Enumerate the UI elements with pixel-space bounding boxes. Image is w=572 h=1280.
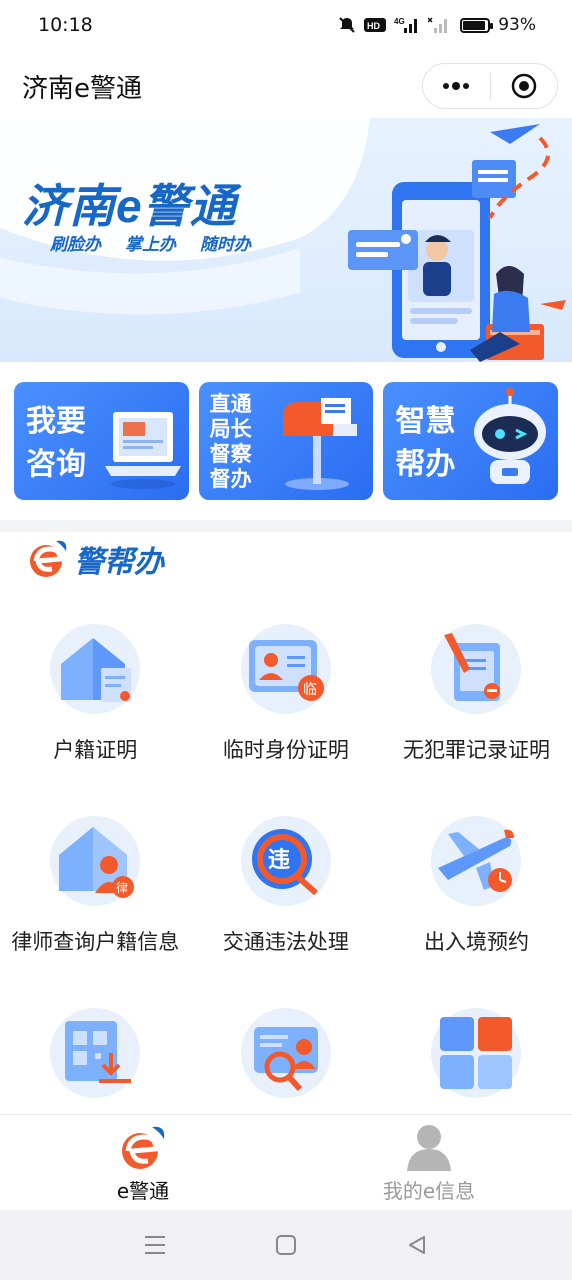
banner-slogans: 刷脸办 掌上办 随时办: [50, 230, 251, 255]
home-button[interactable]: [266, 1225, 306, 1265]
service-temp-id[interactable]: 临 临时身份证明: [191, 620, 382, 812]
service-household-certificate[interactable]: 户籍证明: [0, 620, 191, 812]
director-card-label: 直通 局长 督察 督办: [209, 392, 252, 491]
section-title: 警帮办: [74, 545, 164, 580]
service-lawyer-query[interactable]: 律 律师查询户籍信息: [0, 812, 191, 1004]
section-heading: 警帮办: [26, 537, 164, 581]
house-document-icon: [50, 624, 141, 714]
banner[interactable]: 济南e警通 刷脸办 掌上办 随时办: [0, 118, 572, 362]
banner-slogan: 掌上办: [125, 235, 176, 255]
mailbox-icon: [283, 398, 358, 490]
robot-icon: [474, 388, 547, 484]
battery-icon: [460, 17, 494, 33]
system-nav-bar: [0, 1210, 572, 1280]
page-title: 济南e警通: [22, 73, 142, 104]
service-label: 无犯罪记录证明: [402, 738, 550, 762]
banner-brand: 济南e警通: [22, 180, 237, 232]
status-icons: HD 4G 93%: [338, 15, 536, 35]
tab-label: 我的e信息: [382, 1179, 476, 1203]
more-dots-icon: [443, 82, 470, 90]
consult-card-label: 我要 咨询: [26, 404, 86, 482]
service-no-criminal-record[interactable]: 无犯罪记录证明: [381, 620, 572, 812]
service-label: 临时身份证明: [222, 738, 349, 762]
tab-my-info[interactable]: 我的e信息: [286, 1115, 572, 1210]
user-icon: [407, 1125, 451, 1171]
svg-text:临: 临: [303, 682, 317, 698]
no-sim-signal-icon: [428, 16, 452, 34]
traffic-violation-icon: 违: [240, 816, 331, 906]
quick-actions: 我要 咨询 直通 局长 督察 督办 智慧 帮办: [14, 382, 559, 500]
banner-slogan: 随时办: [200, 235, 251, 255]
service-label: 律师查询户籍信息: [11, 930, 180, 954]
close-button[interactable]: [491, 64, 558, 108]
battery-percent: 93%: [498, 15, 536, 35]
document-pen-icon: [431, 624, 522, 714]
service-grid: 户籍证明 临 临时身份证明 无犯罪记录证明 律 律师查询户籍信息 违 交通违法处…: [0, 620, 572, 1196]
id-card-temp-icon: 临: [240, 624, 331, 714]
director-card[interactable]: 直通 局长 督察 督办: [198, 382, 374, 500]
more-button[interactable]: [423, 64, 490, 108]
e-logo-icon: [122, 1126, 165, 1169]
consult-card[interactable]: 我要 咨询: [14, 382, 189, 500]
service-exit-entry[interactable]: 出入境预约: [381, 812, 572, 1004]
house-lawyer-icon: 律: [50, 816, 141, 906]
service-label: 户籍证明: [53, 738, 138, 762]
airplane-clock-icon: [431, 816, 522, 906]
battery-fill: [463, 20, 486, 30]
svg-text:HD: HD: [367, 21, 380, 31]
svg-text:违: 违: [268, 847, 290, 873]
status-time: 10:18: [38, 14, 93, 36]
e-logo-icon: [30, 540, 67, 577]
status-bar: 10:18 HD 4G 93%: [0, 0, 572, 50]
square-icon: [275, 1235, 296, 1255]
service-traffic-violation[interactable]: 违 交通违法处理: [191, 812, 382, 1004]
bottom-tab-bar: e警通 我的e信息: [0, 1114, 572, 1210]
service-label: 交通违法处理: [222, 930, 349, 954]
svg-text:律: 律: [116, 881, 128, 895]
smart-assist-card-label: 智慧 帮办: [395, 404, 456, 482]
4g-signal-icon: 4G: [394, 16, 420, 34]
menu-lines-icon: [145, 1236, 166, 1254]
hd-icon: HD: [364, 17, 387, 33]
title-bar: 济南e警通: [0, 54, 572, 118]
back-button[interactable]: [397, 1225, 437, 1265]
grid-apps-icon: [431, 1008, 522, 1098]
smart-assist-card[interactable]: 智慧 帮办: [383, 382, 559, 500]
service-row: 户籍证明 临 临时身份证明 无犯罪记录证明: [0, 620, 572, 812]
target-circle-icon: [511, 73, 536, 99]
qr-download-icon: [50, 1008, 141, 1098]
service-row: 律 律师查询户籍信息 违 交通违法处理 出入境预约: [0, 812, 572, 1004]
mini-program-capsule: [422, 63, 558, 109]
id-search-icon: [240, 1008, 331, 1098]
banner-slogan: 刷脸办: [50, 235, 101, 255]
back-triangle-icon: [408, 1236, 425, 1254]
laptop-icon: [104, 412, 181, 489]
tab-label: e警通: [116, 1179, 170, 1203]
service-label: 出入境预约: [423, 930, 529, 954]
tab-home[interactable]: e警通: [0, 1115, 286, 1210]
mute-icon: [338, 16, 356, 34]
recent-apps-button[interactable]: [135, 1225, 175, 1265]
svg-text:4G: 4G: [394, 17, 405, 26]
section-separator: [0, 520, 572, 532]
